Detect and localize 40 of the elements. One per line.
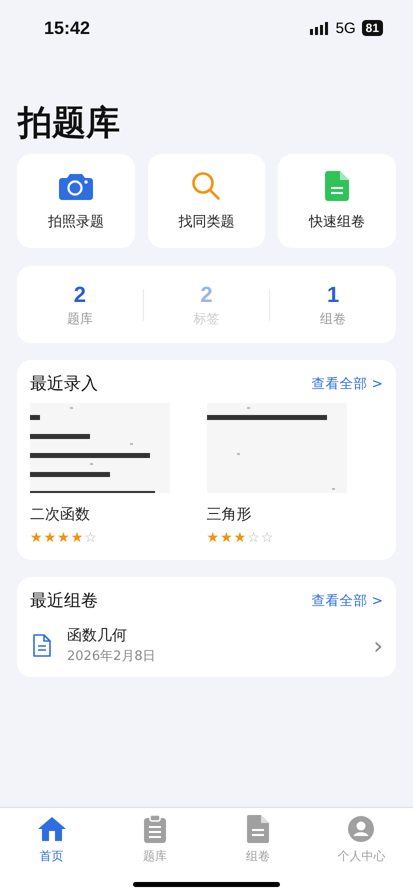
star-icon: ★ (30, 530, 43, 546)
star-icon: ★ (57, 530, 70, 546)
quick-action-button[interactable]: 快速组卷 (278, 154, 396, 248)
document-icon (33, 634, 51, 657)
star-icon: ☆ (260, 530, 274, 546)
person-icon (348, 816, 374, 842)
document-icon (247, 815, 270, 843)
star-icon: ☆ (247, 530, 260, 546)
section-title: 最近组卷 (30, 590, 98, 612)
tab[interactable]: 组卷 (206, 814, 310, 865)
star-icon: ☆ (84, 530, 97, 546)
star-icon: ★ (206, 530, 220, 546)
page-title: 拍题库 (18, 102, 121, 145)
search-icon (191, 171, 222, 201)
home-icon (36, 816, 67, 842)
entry-name: 二次函数 (30, 505, 91, 524)
tab[interactable]: 题库 (103, 814, 206, 865)
chevron-icon: › (373, 632, 383, 660)
star-icon: ★ (44, 530, 56, 546)
battery-indicator: 81 (362, 20, 383, 36)
section-title: 最近录入 (30, 373, 98, 395)
star-icon: ★ (220, 530, 233, 546)
stat-item[interactable]: 2 题库 (17, 282, 143, 328)
signal-icon (310, 22, 330, 34)
network-label: 5G (336, 20, 356, 36)
camera-icon (58, 171, 93, 201)
stat-item[interactable]: 1 组卷 (270, 282, 396, 328)
clipboard-icon (144, 815, 166, 843)
tab[interactable]: 个人中心 (310, 814, 413, 865)
view-all-link[interactable]: 查看全部 > (311, 374, 383, 392)
paper-row[interactable]: 函数几何 2026年2月8日 › (30, 626, 383, 665)
star-icon: ★ (70, 530, 84, 546)
quick-action-button[interactable]: 拍照录题 (17, 154, 135, 248)
clock: 15:42 (44, 18, 90, 38)
view-all-link[interactable]: 查看全部 > (311, 592, 383, 610)
quick-action-button[interactable]: 找同类题 (148, 154, 266, 248)
tab[interactable]: 首页 (0, 814, 104, 865)
entry-name: 三角形 (206, 505, 252, 524)
document-icon (325, 171, 350, 201)
star-icon: ★ (234, 530, 246, 546)
